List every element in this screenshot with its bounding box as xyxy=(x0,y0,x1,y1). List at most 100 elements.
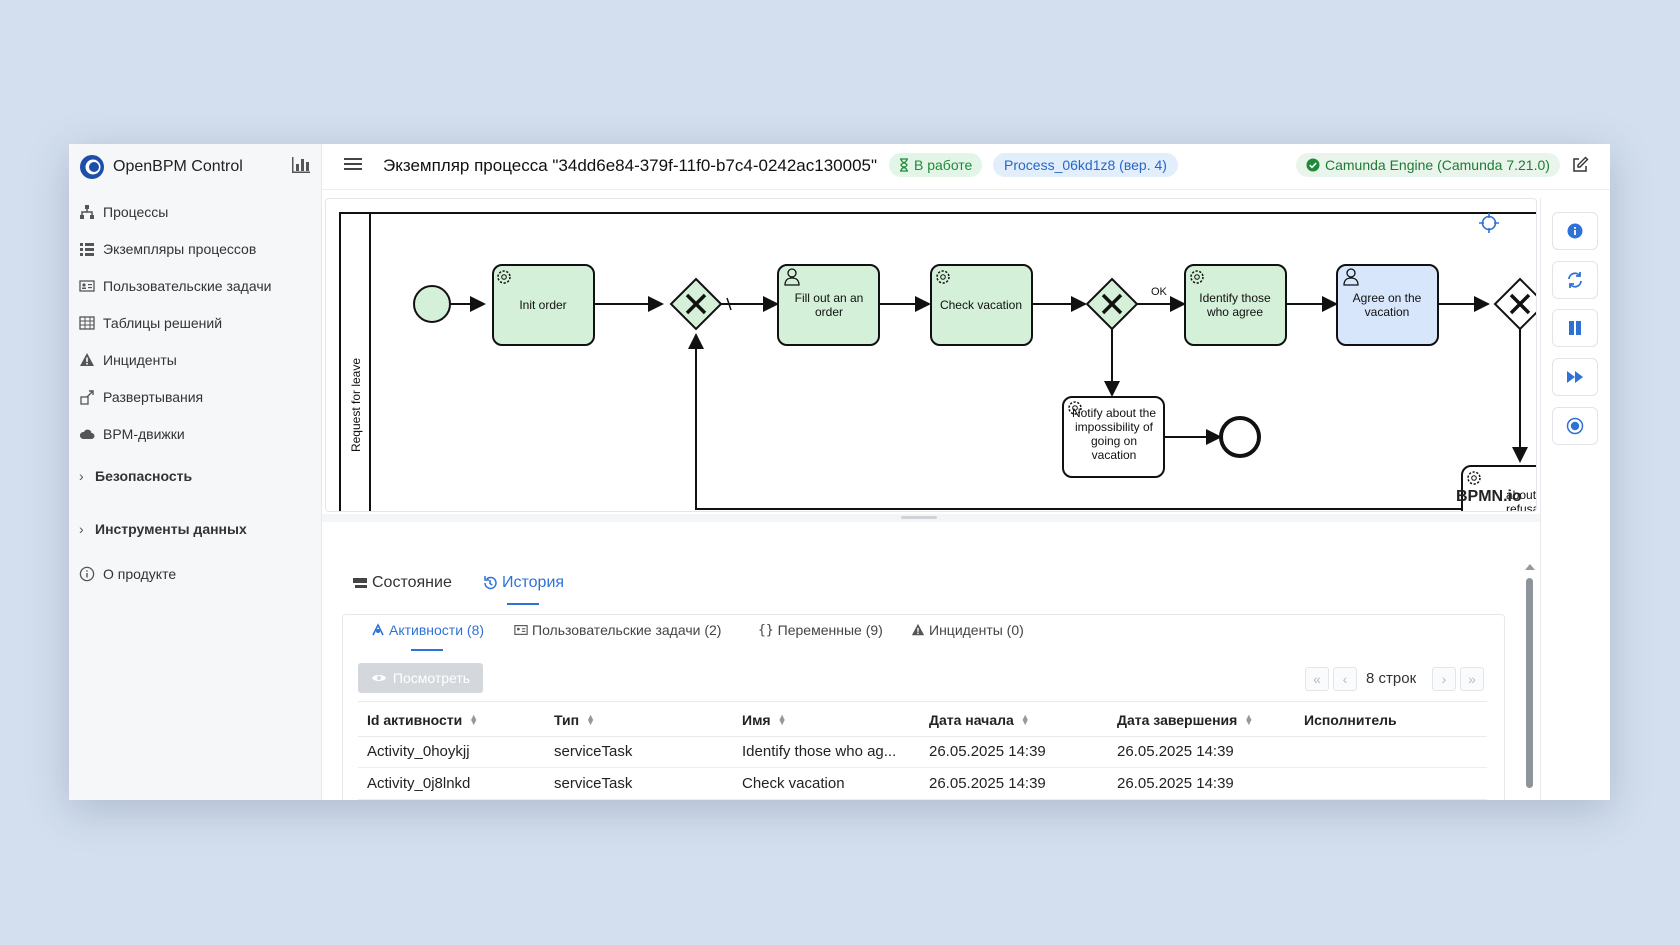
column-header-type[interactable]: Тип ▲ ▼ xyxy=(554,712,595,728)
view-button[interactable]: Посмотреть xyxy=(358,663,483,693)
bpmn-diagram-canvas[interactable]: Request for leave Init order Fill out an… xyxy=(325,198,1537,512)
sort-icon: ▲ ▼ xyxy=(1020,712,1030,727)
target-icon xyxy=(1566,417,1584,435)
sidebar-item-bpm-engines[interactable]: BPM-движки xyxy=(79,422,185,446)
task-fill-out-order[interactable]: Fill out an an order xyxy=(777,264,880,346)
task-label: going on xyxy=(1091,434,1137,448)
edit-icon[interactable] xyxy=(1571,156,1589,174)
record-button[interactable] xyxy=(1552,407,1598,445)
hamburger-menu-icon[interactable] xyxy=(344,156,362,172)
bpmn-pool xyxy=(339,212,1536,511)
sidebar-item-user-tasks[interactable]: Пользовательские задачи xyxy=(79,274,271,298)
sidebar-item-label: Таблицы решений xyxy=(103,315,223,331)
status-badge: В работе xyxy=(889,153,983,177)
sidebar-item-process-instances[interactable]: Экземпляры процессов xyxy=(79,237,256,261)
cell-end-date: 26.05.2025 14:39 xyxy=(1117,743,1234,760)
subtab-active-indicator xyxy=(411,649,443,651)
bpmn-diagram: Request for leave Init order Fill out an… xyxy=(339,212,1536,511)
history-icon xyxy=(484,576,497,590)
view-button-label: Посмотреть xyxy=(392,670,471,686)
cell-end-date: 26.05.2025 14:39 xyxy=(1117,775,1234,792)
sidebar-group-security[interactable]: › Безопасность xyxy=(79,464,192,488)
bpmn-io-watermark[interactable]: BPMN.io xyxy=(1456,488,1522,505)
column-header-name[interactable]: Имя ▲ ▼ xyxy=(742,712,787,728)
lane-label: Request for leave xyxy=(349,358,363,452)
process-definition-label: Process_06kd1z8 (вер. 4) xyxy=(1004,157,1167,173)
app-window: OpenBPM Control Процессы Экземпляры проц… xyxy=(69,144,1610,800)
scroll-up-arrow-icon[interactable] xyxy=(1525,564,1535,570)
refresh-button[interactable] xyxy=(1552,261,1598,299)
task-identify-agree[interactable]: Identify those who agree xyxy=(1184,264,1287,346)
diagram-tools xyxy=(1540,198,1609,800)
activities-icon xyxy=(372,623,384,636)
task-check-vacation[interactable]: Check vacation xyxy=(930,264,1033,346)
pager-prev-button[interactable]: ‹ xyxy=(1333,667,1357,691)
sidebar-item-decision-tables[interactable]: Таблицы решений xyxy=(79,311,222,335)
subtab-label: Инциденты (0) xyxy=(929,622,1024,638)
sidebar-item-label: Инциденты xyxy=(103,352,177,368)
sort-icon: ▲ ▼ xyxy=(586,712,596,727)
subtab-user-tasks[interactable]: Пользовательские задачи (2) xyxy=(514,622,721,638)
tab-label: Состояние xyxy=(372,574,452,591)
end-event[interactable] xyxy=(1219,416,1261,458)
table-row[interactable]: Activity_0j8lnkd serviceTask Check vacat… xyxy=(358,768,1487,800)
exclusive-gateway-2[interactable] xyxy=(1085,277,1139,331)
subtab-label: Пользовательские задачи (2) xyxy=(532,622,722,638)
row-count: 8 строк xyxy=(1366,670,1417,687)
id-card-icon xyxy=(514,625,528,635)
task-agree-vacation[interactable]: Agree on the vacation xyxy=(1336,264,1439,346)
sidebar-item-deployments[interactable]: Развертывания xyxy=(79,385,203,409)
table-row[interactable]: Activity_0hoykjj serviceTask Identify th… xyxy=(358,736,1487,768)
process-definition-badge[interactable]: Process_06kd1z8 (вер. 4) xyxy=(993,153,1178,177)
crosshair-icon[interactable] xyxy=(1479,213,1499,233)
chevron-right-icon: › xyxy=(79,521,84,537)
sidebar: OpenBPM Control Процессы Экземпляры проц… xyxy=(69,144,322,800)
task-label: vacation xyxy=(1092,448,1137,462)
sidebar-item-processes[interactable]: Процессы xyxy=(79,200,168,224)
subtab-activities[interactable]: Активности (8) xyxy=(371,622,484,638)
sidebar-group-data-tools[interactable]: › Инструменты данных xyxy=(79,517,247,541)
panel-splitter[interactable] xyxy=(322,514,1540,522)
subtab-label: Переменные (9) xyxy=(777,622,883,638)
page-header: Экземпляр процесса "34dd6e84-379f-11f0-b… xyxy=(322,144,1610,190)
fast-forward-icon xyxy=(1567,371,1583,383)
column-header-end-date[interactable]: Дата завершения ▲ ▼ xyxy=(1117,712,1253,728)
suspend-button[interactable] xyxy=(1552,309,1598,347)
sidebar-item-about[interactable]: О продукте xyxy=(79,562,176,586)
flow-label-ok: OK xyxy=(1151,286,1168,298)
subtab-variables[interactable]: {} Переменные (9) xyxy=(758,622,883,638)
app-name: OpenBPM Control xyxy=(113,158,243,175)
column-header-label: Исполнитель xyxy=(1304,712,1397,728)
pager-first-button[interactable]: « xyxy=(1305,667,1329,691)
task-notify-impossibility[interactable]: Notify about the impossibility of going … xyxy=(1062,396,1165,478)
subtab-incidents[interactable]: Инциденты (0) xyxy=(911,622,1024,638)
sidebar-item-incidents[interactable]: Инциденты xyxy=(79,348,177,372)
state-icon xyxy=(353,578,367,588)
bottom-panel-scrollbar[interactable] xyxy=(1525,564,1535,800)
list-icon xyxy=(80,243,94,256)
exclusive-gateway-3[interactable] xyxy=(1493,277,1536,331)
pager-last-button[interactable]: » xyxy=(1460,667,1484,691)
column-header-start-date[interactable]: Дата начала ▲ ▼ xyxy=(929,712,1030,728)
engine-badge-label: Camunda Engine (Camunda 7.21.0) xyxy=(1325,157,1550,173)
exclusive-gateway-1[interactable] xyxy=(669,277,723,331)
info-button[interactable] xyxy=(1552,212,1598,250)
start-event[interactable] xyxy=(413,285,451,323)
fast-forward-button[interactable] xyxy=(1552,358,1598,396)
bar-chart-icon[interactable] xyxy=(291,156,311,174)
column-header-activity-id[interactable]: Id активности ▲ ▼ xyxy=(367,712,478,728)
subtab-label: Активности (8) xyxy=(389,622,485,638)
tab-state[interactable]: Состояние xyxy=(352,574,452,592)
engine-badge[interactable]: Camunda Engine (Camunda 7.21.0) xyxy=(1296,153,1560,177)
pager-next-button[interactable]: › xyxy=(1432,667,1456,691)
check-circle-icon xyxy=(1306,158,1320,172)
splitter-grip[interactable] xyxy=(901,516,937,519)
openbpm-logo-icon xyxy=(80,155,104,179)
task-init-order[interactable]: Init order xyxy=(492,264,595,346)
cell-type: serviceTask xyxy=(554,775,633,792)
scrollbar-thumb[interactable] xyxy=(1526,578,1533,788)
cell-type: serviceTask xyxy=(554,743,633,760)
brand[interactable]: OpenBPM Control xyxy=(79,152,243,182)
tab-history[interactable]: История xyxy=(482,574,564,592)
cloud-icon xyxy=(79,429,95,439)
